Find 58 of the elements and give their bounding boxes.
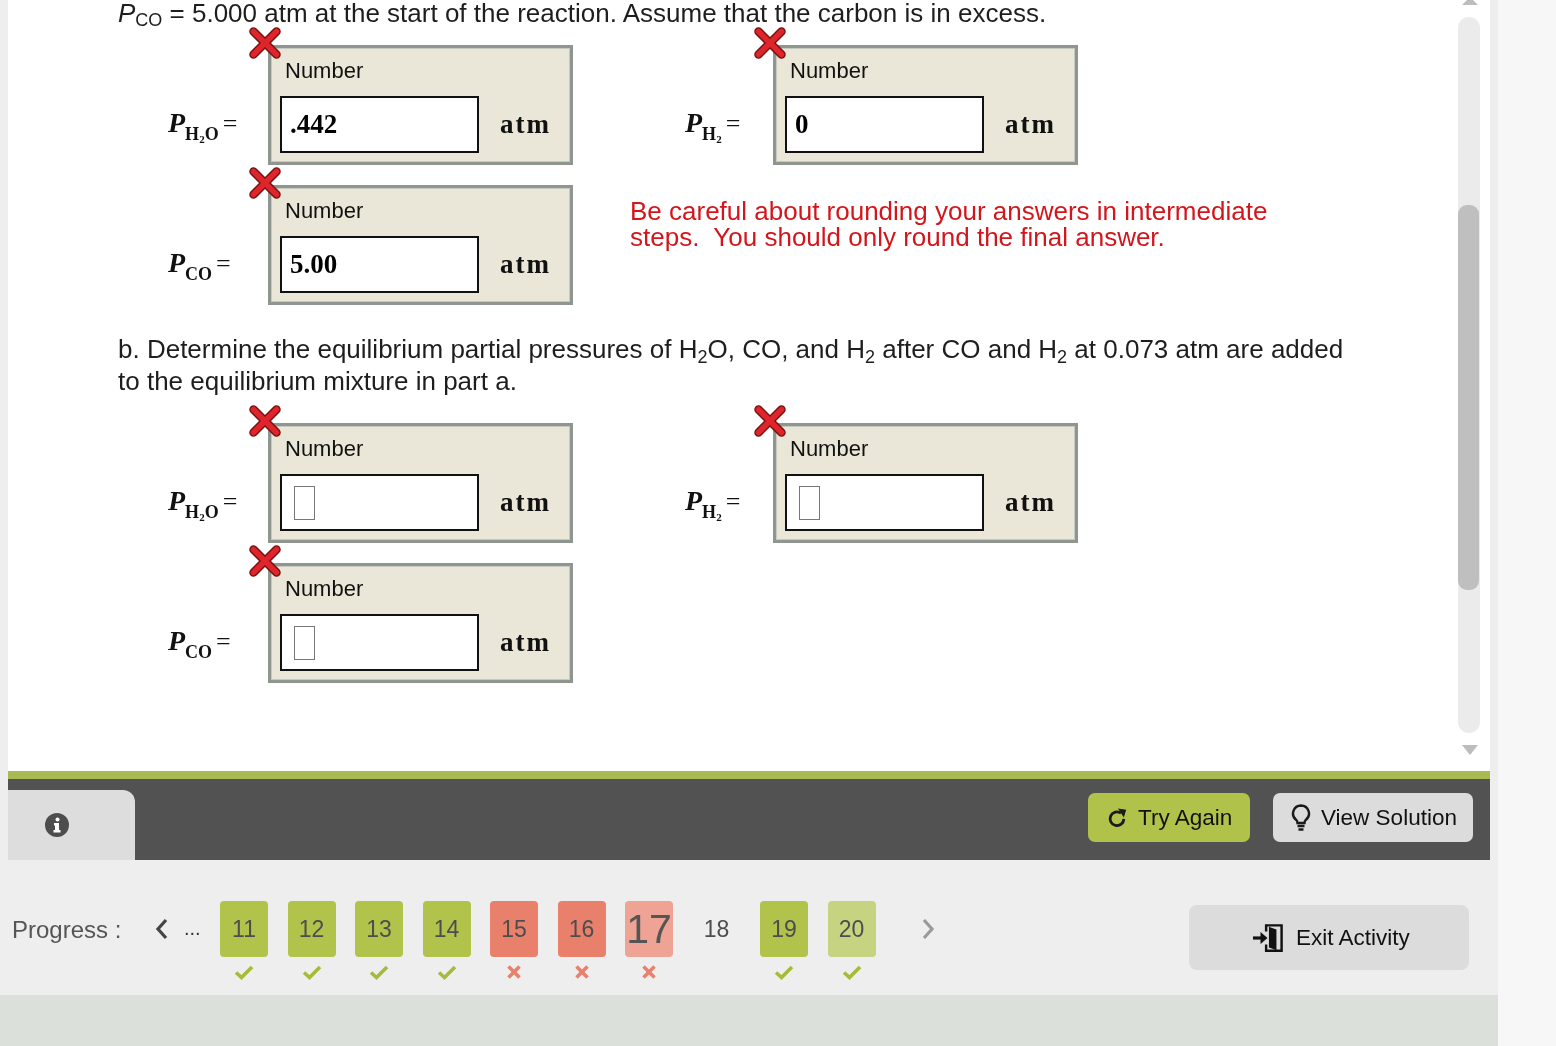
field-label: Number [285,576,365,602]
field-label: Number [285,58,365,84]
question-tile[interactable]: 19 [760,901,808,957]
field-label: Number [285,198,365,224]
check-icon [301,965,322,980]
view-solution-button[interactable]: View Solution [1273,793,1473,842]
question-text: P$_{CO}$ = 5.000 atm at the start of the reaction. Assume that the carbon is in excess. [118,0,1048,26]
empty-slot-icon [799,485,820,520]
answer-field[interactable]: .442 [280,96,479,153]
question-tile[interactable]: 12 [287,901,336,957]
question-tile[interactable]: 17 [625,901,673,957]
ellipsis-link[interactable]: ... [184,915,220,941]
answer-field[interactable]: 5.00 [280,236,479,293]
cross-icon [507,965,521,979]
empty-slot-icon [294,485,315,520]
field-label: Number [790,436,870,462]
field-label: Number [285,436,365,462]
cross-icon [642,965,656,979]
check-icon [234,965,254,980]
field-label: Number [790,58,870,84]
unit-label: atm [1005,109,1056,140]
door-arrow-icon [1252,922,1284,953]
answer-field[interactable] [280,614,479,671]
question-tile[interactable]: 15 [490,901,538,957]
rounding-warning: Be careful about rounding your answers in intermediate steps. You should only round the final answer. [630,198,1269,254]
unit-label: atm [1005,487,1056,518]
variable-label: P$_{CO}$= [168,247,232,280]
answer-field[interactable] [280,474,479,531]
chevron-left-icon[interactable] [155,918,168,940]
question-tile[interactable]: 20 [827,901,876,957]
info-icon [45,813,69,837]
unit-label: atm [500,109,551,140]
empty-slot-icon [294,625,315,660]
check-icon [436,965,457,980]
question-text: b. Determine the equilibrium partial pressures of H$_{2}$O, CO, and H$_{2}$ after CO and H$_{2}$ at 0.073 atm are added to the equilibrium mixture in part a. [118,333,1345,397]
lightbulb-icon [1291,804,1311,831]
question-tile[interactable]: 14 [422,901,471,957]
answer-field[interactable] [785,474,984,531]
exit-activity-button[interactable]: Exit Activity [1189,905,1469,970]
question-tile[interactable]: 13 [355,901,403,957]
question-tile[interactable]: 16 [557,901,606,957]
scrollbar-thumb[interactable] [1458,205,1479,590]
check-icon [774,965,794,980]
check-icon [369,965,389,980]
variable-label: P$_{CO}$= [168,625,232,658]
refresh-icon [1106,806,1128,829]
progress-label: Progress : [12,916,123,944]
question-number[interactable]: 18 [692,901,741,957]
scrollbar-track[interactable] [1458,17,1480,733]
unit-label: atm [500,249,551,280]
check-icon [841,965,862,980]
answer-field[interactable]: 0 [785,96,984,153]
unit-label: atm [500,487,551,518]
info-tab[interactable] [8,790,135,860]
try-again-button[interactable]: Try Again [1088,793,1250,842]
question-tile[interactable]: 11 [220,901,268,957]
unit-label: atm [500,627,551,658]
cross-icon [574,965,589,979]
